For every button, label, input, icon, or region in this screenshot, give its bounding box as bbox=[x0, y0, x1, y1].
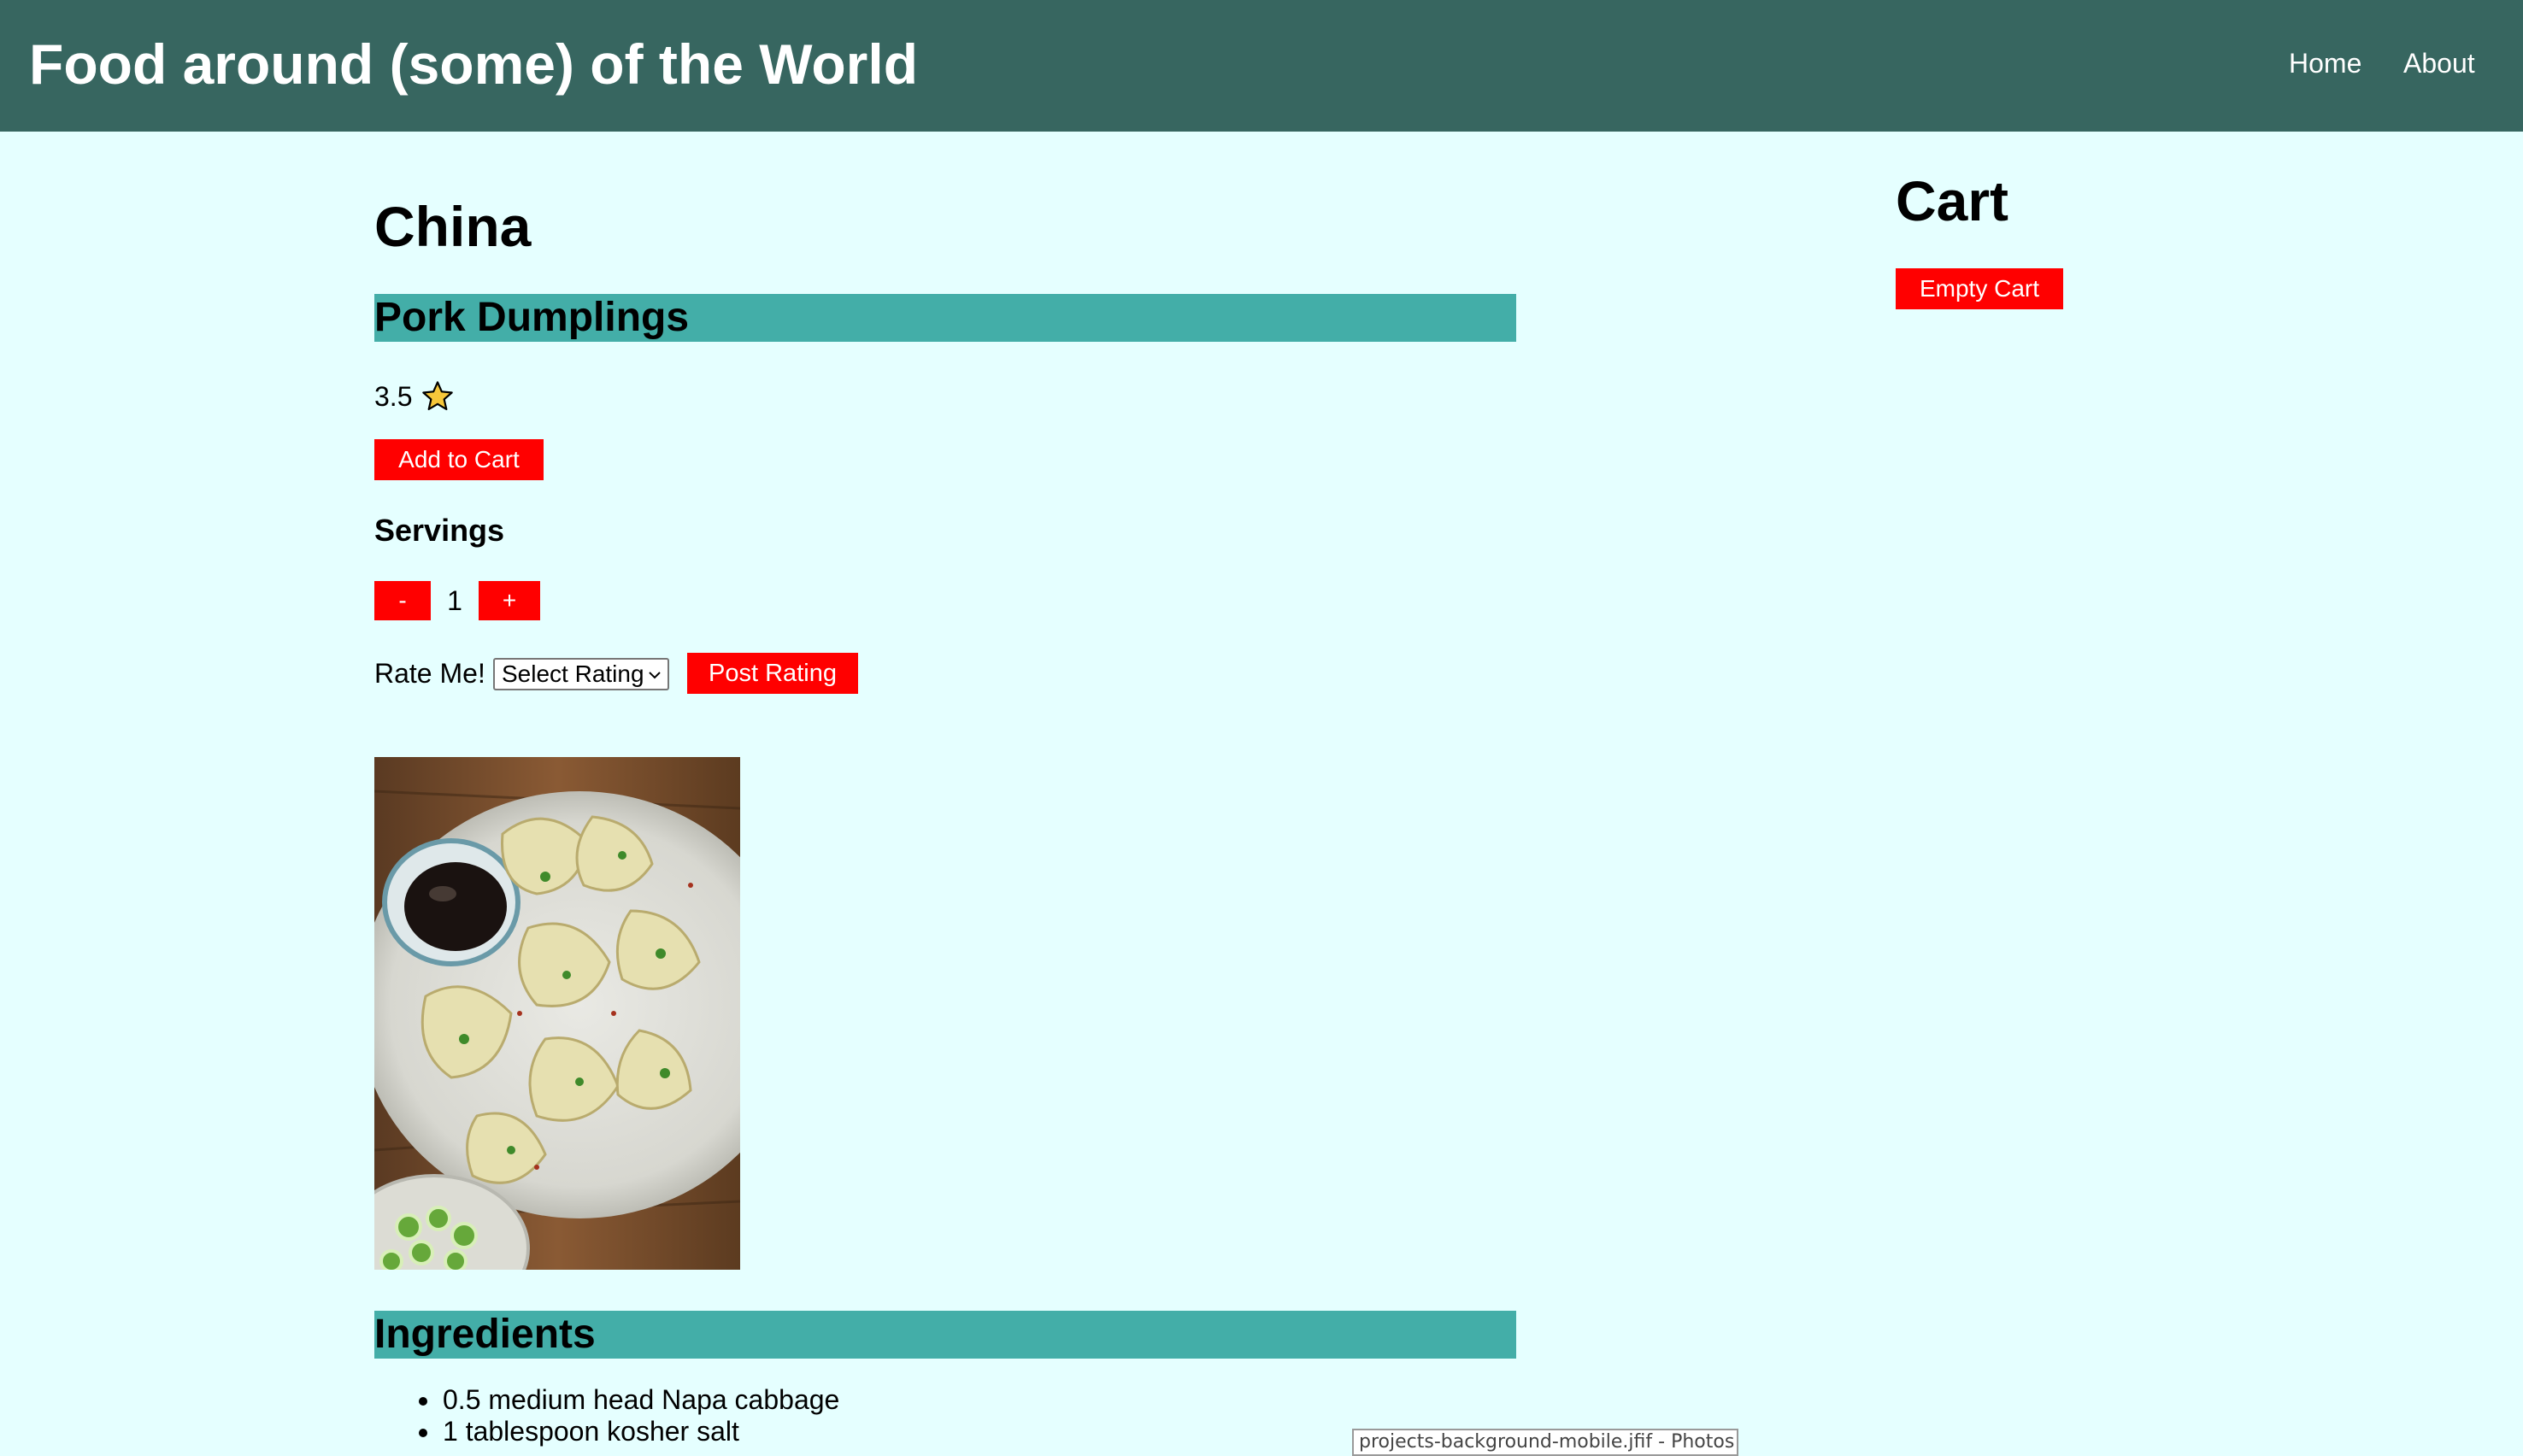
site-header: Food around (some) of the World Home Abo… bbox=[0, 0, 2523, 132]
dish-name-heading: Pork Dumplings bbox=[374, 294, 1516, 342]
nav-about-link[interactable]: About bbox=[2403, 44, 2475, 82]
country-heading: China bbox=[374, 195, 532, 258]
ingredients-heading: Ingredients bbox=[374, 1311, 1516, 1359]
servings-count: 1 bbox=[447, 585, 462, 616]
nav-home-link[interactable]: Home bbox=[2289, 44, 2361, 82]
servings-heading: Servings bbox=[374, 513, 505, 548]
chevron-down-icon bbox=[649, 672, 661, 679]
empty-cart-button[interactable]: Empty Cart bbox=[1896, 268, 2063, 309]
ingredient-item: 0.5 medium head Napa cabbage bbox=[374, 1384, 839, 1416]
dish-photo bbox=[374, 757, 740, 1270]
site-title: Food around (some) of the World bbox=[29, 32, 919, 96]
rating-select[interactable]: Select Rating bbox=[493, 658, 669, 690]
rating-select-value: Select Rating bbox=[502, 660, 644, 687]
rating-value: 3.5 bbox=[374, 380, 413, 412]
increment-servings-button[interactable]: + bbox=[479, 581, 540, 620]
taskbar-tooltip: projects-background-mobile.jfif - Photos bbox=[1352, 1429, 1738, 1456]
star-icon bbox=[422, 381, 454, 411]
post-rating-button[interactable]: Post Rating bbox=[687, 653, 858, 694]
page: Food around (some) of the World Home Abo… bbox=[0, 0, 2523, 1456]
cart-heading: Cart bbox=[1896, 169, 2009, 232]
rate-me-label: Rate Me! bbox=[374, 658, 485, 689]
dumplings-illustration bbox=[374, 757, 740, 1270]
add-to-cart-button[interactable]: Add to Cart bbox=[374, 439, 544, 480]
dish-rating: 3.5 bbox=[374, 376, 455, 417]
ingredient-item: 1 tablespoon kosher salt bbox=[374, 1416, 839, 1447]
decrement-servings-button[interactable]: - bbox=[374, 581, 431, 620]
ingredients-list: 0.5 medium head Napa cabbage 1 tablespoo… bbox=[374, 1384, 839, 1447]
